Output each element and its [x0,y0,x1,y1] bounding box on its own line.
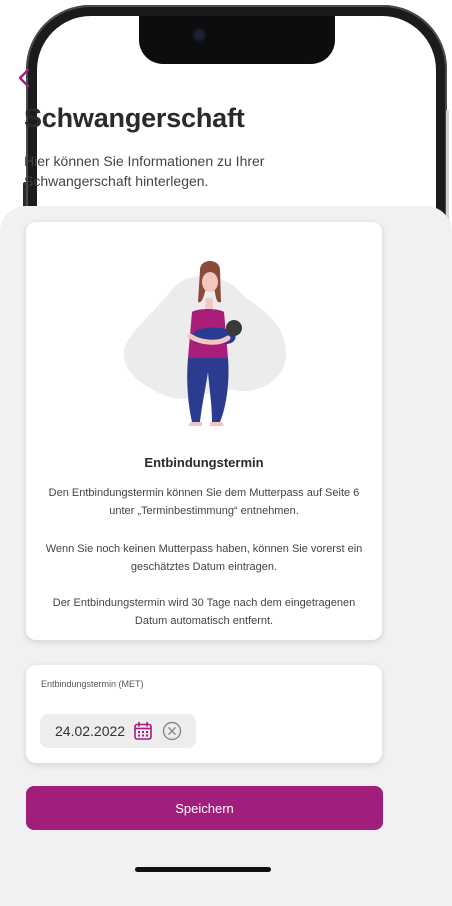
info-card: Entbindungstermin Den Entbindungstermin … [26,222,382,640]
notch [139,16,335,64]
pregnancy-illustration [123,261,287,426]
page-subtitle: Hier können Sie Informationen zu Ihrer S… [24,153,265,189]
info-paragraph: Wenn Sie noch keinen Mutterpass haben, k… [45,543,363,573]
due-date-value[interactable]: 24.02.2022 [55,723,125,739]
front-camera [194,30,204,40]
chevron-left-icon [18,68,30,88]
save-button[interactable]: Speichern [26,786,383,830]
home-indicator [135,867,271,872]
page-title: Schwangerschaft [24,103,245,133]
due-date-field[interactable]: 24.02.2022 [40,714,196,748]
clear-icon[interactable] [162,721,182,741]
calendar-icon[interactable] [133,721,153,741]
due-date-card: Entbindungstermin (MET) 24.02.2022 [26,665,382,763]
info-paragraph: Den Entbindungstermin können Sie dem Mut… [48,487,360,517]
info-title: Entbindungstermin [144,455,264,470]
back-button[interactable] [18,68,40,94]
info-paragraph: Der Entbindungstermin wird 30 Tage nach … [52,597,356,627]
due-date-label: Entbindungstermin (MET) [41,679,144,689]
